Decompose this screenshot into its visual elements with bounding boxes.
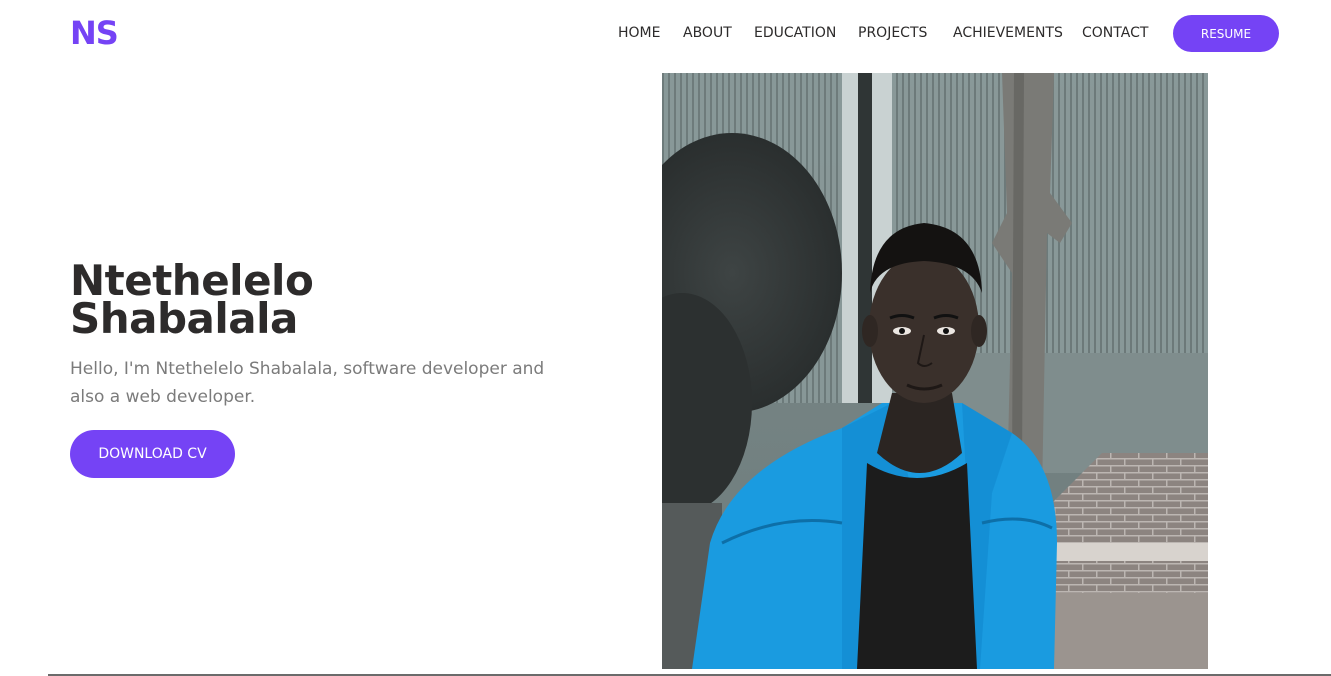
hero-subtitle-line2: also a web developer. <box>70 387 256 407</box>
nav-projects[interactable]: PROJECTS <box>858 25 927 41</box>
hero-name: Ntethelelo Shabalala <box>70 260 470 343</box>
hero-name-last: Shabalala <box>70 294 298 343</box>
site-logo[interactable]: NS <box>70 14 119 52</box>
hero-subtitle: Hello, I'm Ntethelelo Shabalala, softwar… <box>70 355 570 411</box>
nav-home[interactable]: HOME <box>618 25 660 41</box>
download-cv-button[interactable]: DOWNLOAD CV <box>70 430 235 478</box>
profile-photo <box>662 73 1208 669</box>
nav-achievements[interactable]: ACHIEVEMENTS <box>953 25 1063 41</box>
nav-education[interactable]: EDUCATION <box>754 25 836 41</box>
site-header: NS HOME ABOUT EDUCATION PROJECTS ACHIEVE… <box>0 0 1331 68</box>
hero-subtitle-line1: Hello, I'm Ntethelelo Shabalala, softwar… <box>70 359 545 379</box>
resume-button[interactable]: RESUME <box>1173 15 1279 52</box>
nav-contact[interactable]: CONTACT <box>1082 25 1148 41</box>
nav-about[interactable]: ABOUT <box>683 25 732 41</box>
